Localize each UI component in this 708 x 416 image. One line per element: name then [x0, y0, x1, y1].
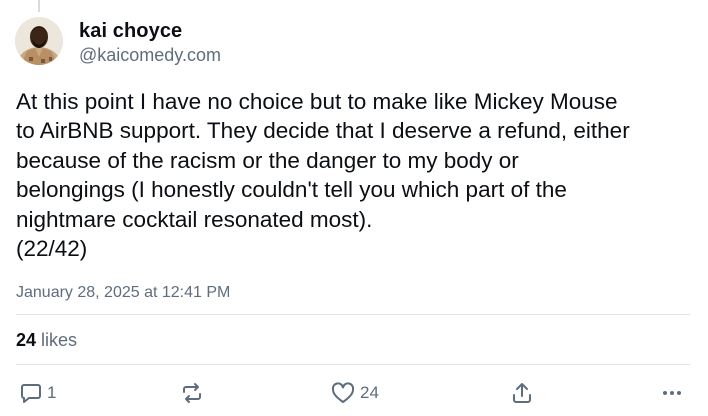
- share-button[interactable]: [510, 380, 534, 406]
- likes-label: likes: [41, 330, 78, 350]
- like-count: 24: [360, 383, 379, 402]
- more-icon: [663, 391, 681, 395]
- reply-button[interactable]: 1: [20, 380, 56, 406]
- thread-connector-line: [38, 0, 40, 12]
- more-options-button[interactable]: [660, 380, 684, 406]
- like-button[interactable]: 24: [331, 380, 379, 406]
- share-icon: [513, 383, 531, 403]
- reply-icon: [21, 384, 41, 403]
- repost-icon: [183, 383, 201, 403]
- avatar[interactable]: [15, 17, 63, 65]
- repost-button[interactable]: [180, 380, 204, 406]
- reply-count: 1: [47, 383, 57, 402]
- post-text: At this point I have no choice but to ma…: [16, 89, 630, 262]
- author-handle[interactable]: @kaicomedy.com: [79, 45, 221, 66]
- likes-stat[interactable]: 24 likes: [16, 330, 77, 351]
- heart-icon: [331, 382, 355, 403]
- likes-count: 24: [16, 330, 37, 350]
- author-display-name[interactable]: kai choyce: [79, 20, 182, 43]
- divider: [16, 364, 690, 365]
- avatar-photo-icon: [15, 17, 63, 65]
- post-timestamp[interactable]: January 28, 2025 at 12:41 PM: [16, 284, 230, 302]
- divider: [16, 314, 690, 315]
